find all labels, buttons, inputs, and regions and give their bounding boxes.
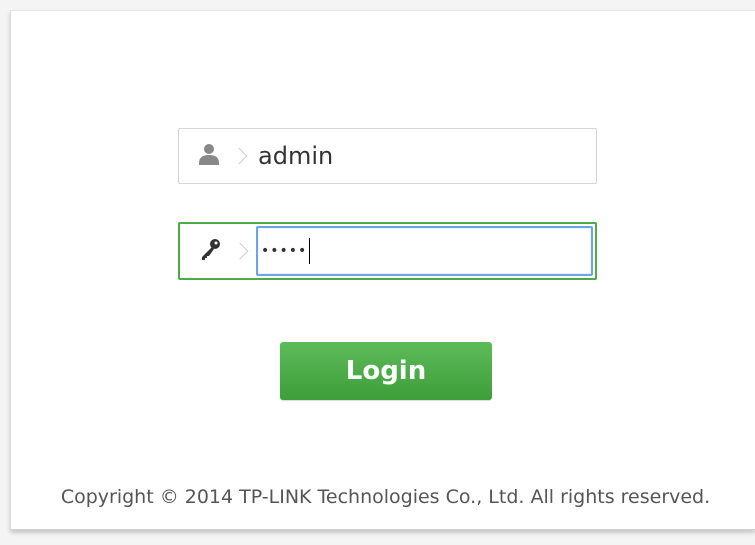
password-icon-cell [180,224,249,278]
password-field[interactable]: ••••• [178,222,597,280]
password-input[interactable]: ••••• [256,226,593,276]
key-icon [197,236,223,266]
user-icon [196,141,222,171]
text-caret [309,238,311,264]
username-input[interactable]: admin [239,129,596,183]
copyright-text: Copyright © 2014 TP-LINK Technologies Co… [60,486,711,508]
username-value: admin [258,142,334,170]
login-page: admin ••••• Login Copyright © 2014 TP-LI… [0,0,755,545]
username-icon-cell [179,129,248,183]
password-masked-value: ••••• [261,243,308,259]
field-separator [231,242,249,260]
username-field[interactable]: admin [178,128,597,184]
login-button[interactable]: Login [280,342,492,400]
